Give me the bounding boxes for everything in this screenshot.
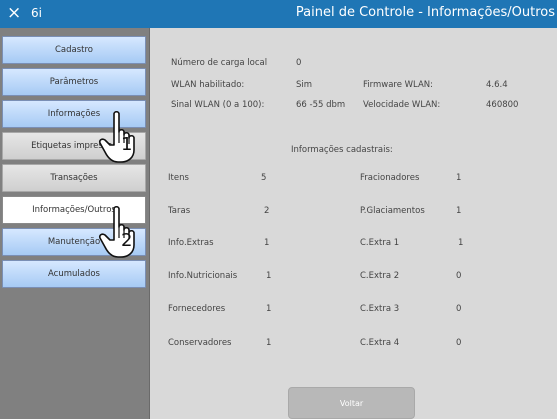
- window-title: Painel de Controle - Informações/Outros: [295, 5, 555, 20]
- load-number-value: 0: [296, 58, 302, 68]
- load-number-label: Número de carga local: [171, 58, 268, 68]
- close-icon[interactable]: ×: [7, 3, 21, 23]
- sidebar-item-parametros[interactable]: Parâmetros: [2, 68, 146, 96]
- registry-heading: Informações cadastrais:: [291, 145, 393, 155]
- registry-value: 5: [261, 173, 267, 183]
- registry-value: 1: [266, 271, 272, 281]
- back-button[interactable]: Voltar: [288, 387, 415, 419]
- info-panel: Número de carga local 0 WLAN habilitado:…: [151, 28, 557, 419]
- step-number: 2: [121, 230, 133, 251]
- registry-label: Fornecedores: [168, 304, 226, 314]
- sidebar-item-acumulados[interactable]: Acumulados: [2, 260, 146, 288]
- wlan-enabled-value: Sim: [296, 80, 313, 90]
- step-number: 1: [121, 134, 133, 155]
- registry-label: C.Extra 1: [360, 238, 400, 248]
- title-bar: × 6i Painel de Controle - Informações/Ou…: [0, 0, 557, 28]
- registry-value: 1: [266, 304, 272, 314]
- registry-label: C.Extra 3: [360, 304, 400, 314]
- signal-label: Sinal WLAN (0 a 100):: [171, 100, 265, 110]
- sidebar-item-cadastro[interactable]: Cadastro: [2, 36, 146, 64]
- registry-value: 1: [264, 238, 270, 248]
- wlan-enabled-label: WLAN habilitado:: [171, 80, 245, 90]
- firmware-value: 4.6.4: [486, 80, 508, 90]
- registry-value: 1: [456, 173, 462, 183]
- registry-value: 1: [266, 338, 272, 348]
- registry-label: C.Extra 2: [360, 271, 400, 281]
- registry-value: 0: [456, 271, 462, 281]
- speed-value: 460800: [486, 100, 519, 110]
- registry-label: C.Extra 4: [360, 338, 400, 348]
- registry-label: Fracionadores: [360, 173, 420, 183]
- registry-label: Taras: [168, 206, 191, 216]
- registry-label: Conservadores: [168, 338, 232, 348]
- registry-label: Itens: [168, 173, 189, 183]
- registry-label: Info.Extras: [168, 238, 214, 248]
- registry-label: P.Glaciamentos: [360, 206, 425, 216]
- speed-label: Velocidade WLAN:: [363, 100, 441, 110]
- sidebar-item-transacoes[interactable]: Transações: [2, 164, 146, 192]
- registry-value: 1: [458, 238, 464, 248]
- signal-value: 66 -55 dbm: [296, 100, 346, 110]
- registry-value: 2: [264, 206, 270, 216]
- registry-label: Info.Nutricionais: [168, 271, 238, 281]
- registry-value: 0: [456, 338, 462, 348]
- registry-value: 0: [456, 304, 462, 314]
- app-name: 6i: [31, 6, 42, 20]
- registry-value: 1: [456, 206, 462, 216]
- firmware-label: Firmware WLAN:: [363, 80, 434, 90]
